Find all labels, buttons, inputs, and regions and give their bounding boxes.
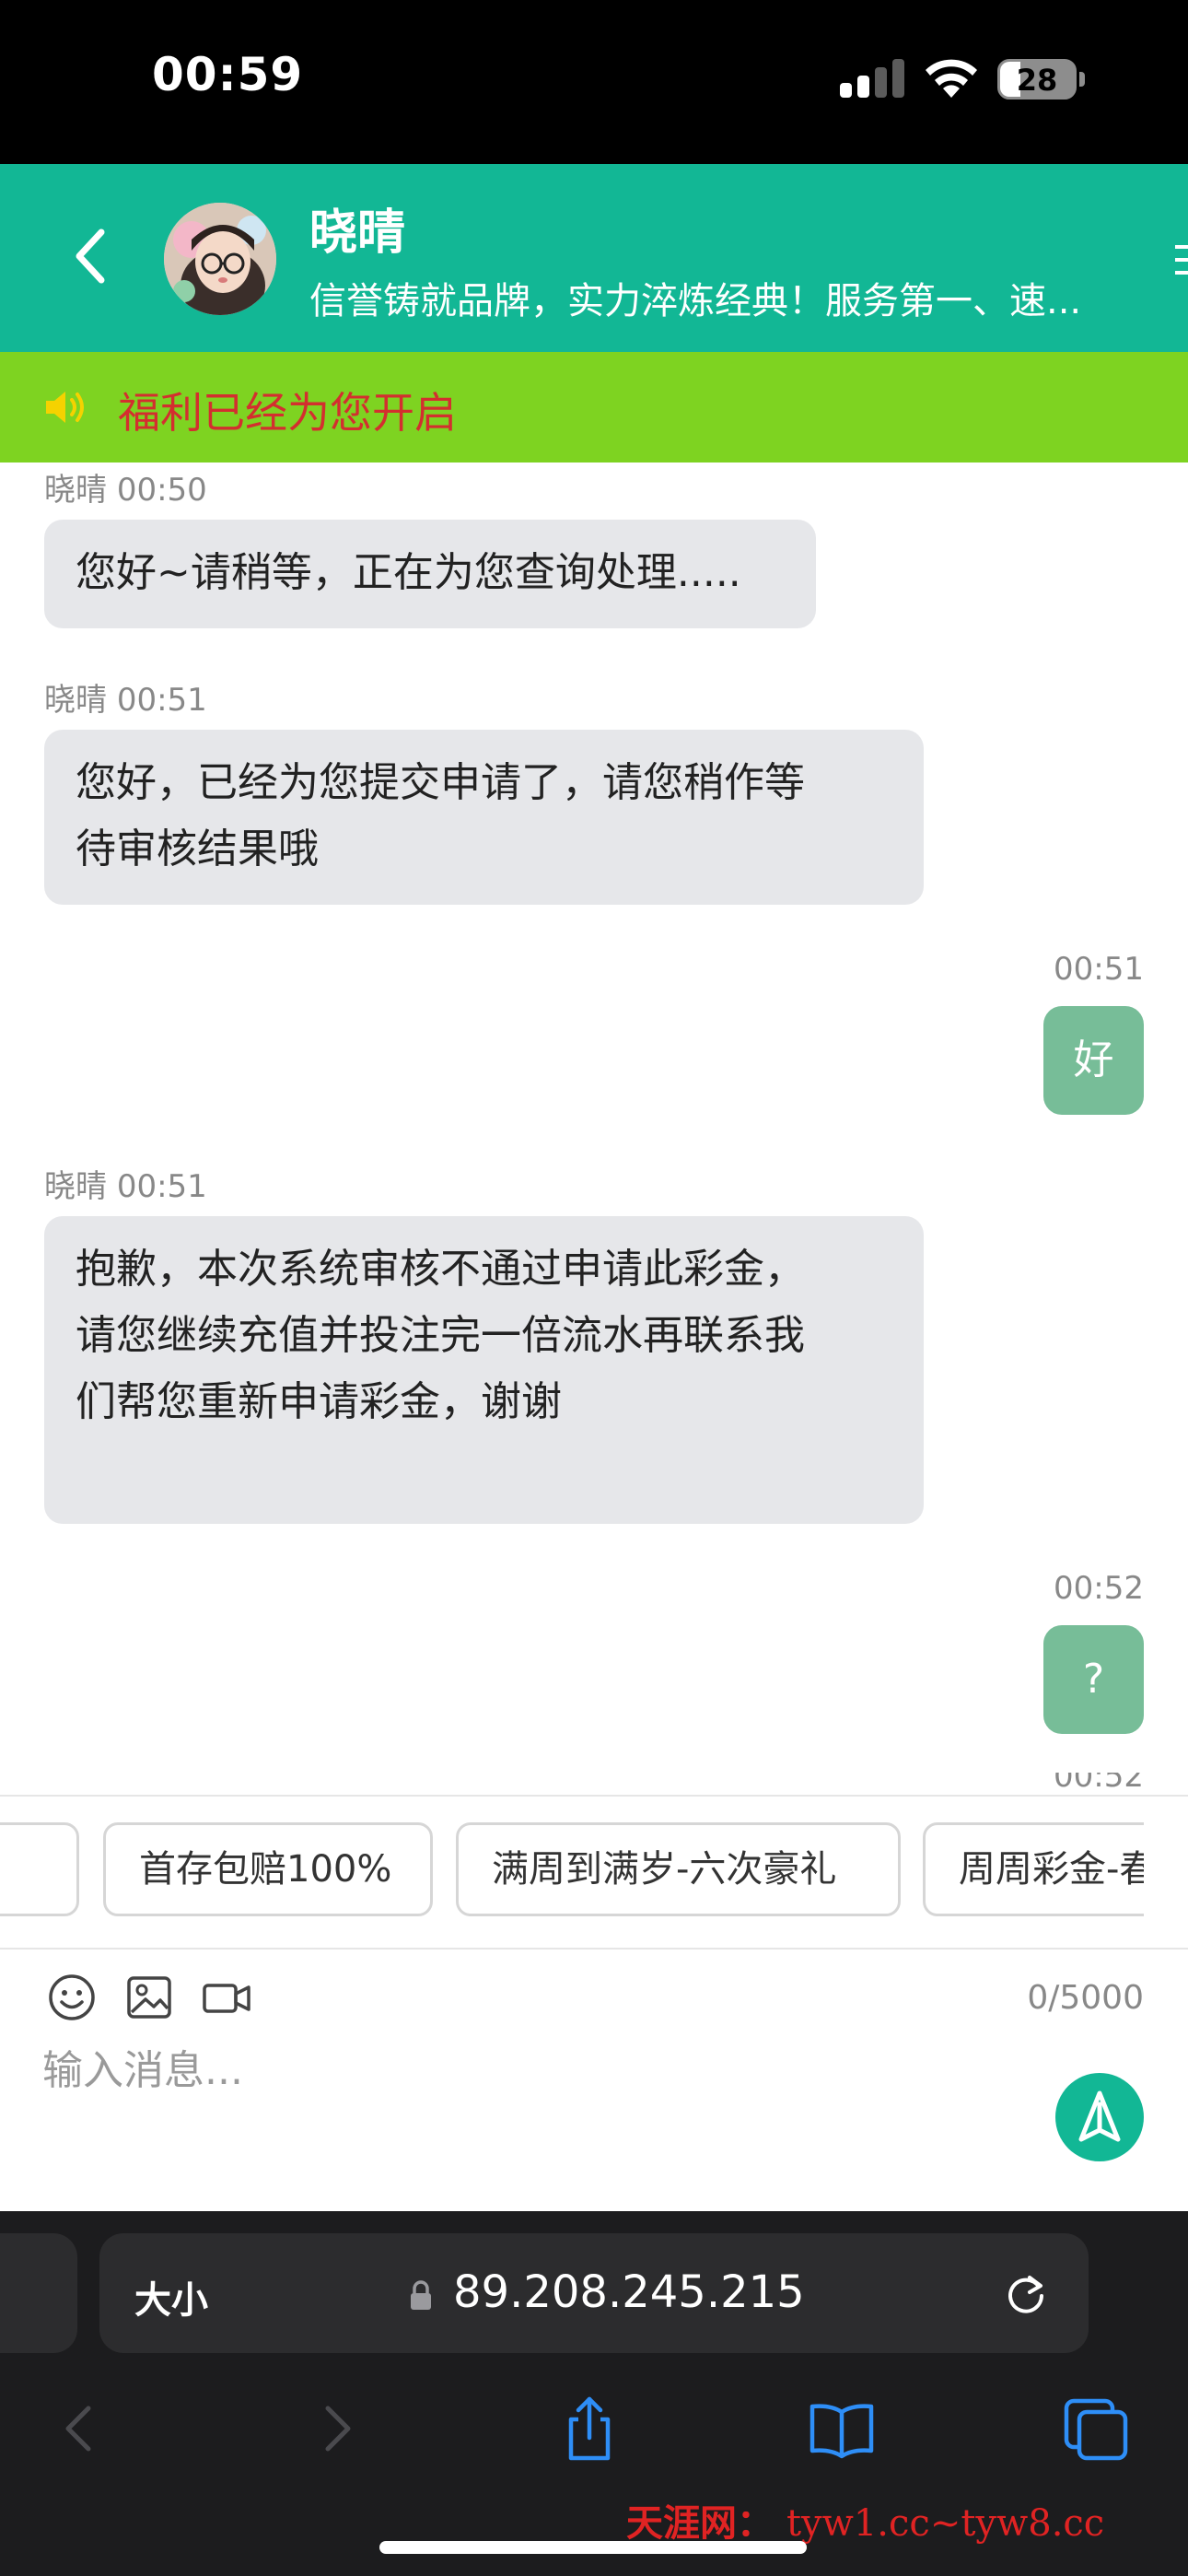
message-meta: 晓晴 00:50 — [44, 464, 207, 509]
status-time: 00:59 — [152, 48, 304, 101]
my-message-bubble: 好 — [1043, 1006, 1144, 1115]
emoji-button[interactable] — [46, 1972, 98, 2023]
agent-slogan: 信誉铸就品牌，实力淬炼经典！服务第一、速... — [309, 280, 1082, 322]
address-bar[interactable]: 大小 89.208.245.215 — [99, 2233, 1089, 2353]
send-icon — [1078, 2090, 1121, 2142]
sender-name: 晓晴 — [44, 1168, 107, 1205]
battery-tip — [1079, 72, 1085, 87]
site-watermark: 天涯网： tyw1.cc~tyw8.cc — [626, 2493, 1104, 2547]
speaker-icon — [46, 392, 84, 423]
message-text: 好 — [1073, 1036, 1114, 1083]
message-time: 00:51 — [116, 682, 207, 719]
message-meta: 晓晴 00:51 — [44, 674, 207, 720]
message-line: 请您继续充值并投注完一倍流水再联系我 — [76, 1312, 805, 1359]
watermark-brand: 天涯网： — [626, 2502, 774, 2545]
watermark-domains: tyw1.cc~tyw8.cc — [786, 2502, 1105, 2545]
agent-message-bubble: 您好~请稍等，正在为您查询处理..... — [44, 520, 816, 628]
video-button[interactable] — [201, 1972, 252, 2023]
message-line: 们帮您重新申请彩金，谢谢 — [76, 1378, 562, 1425]
message-time: 00:50 — [116, 472, 207, 509]
back-button[interactable] — [59, 219, 123, 293]
message-text: ? — [1082, 1656, 1105, 1703]
message-line: 您好，已经为您提交申请了，请您稍作等 — [76, 759, 805, 806]
quick-replies-edge — [1144, 1797, 1188, 1948]
text-size-button[interactable]: 大小 — [134, 2270, 208, 2324]
message-text: 您好~请稍等，正在为您查询处理..... — [76, 549, 741, 596]
url-text: 89.208.245.215 — [453, 2266, 805, 2318]
browser-forward-button[interactable] — [300, 2392, 374, 2465]
message-line: 抱歉，本次系统审核不通过申请此彩金， — [76, 1246, 805, 1293]
cellular-signal-icon — [840, 59, 906, 98]
status-bar: 00:59 28 — [0, 0, 1188, 164]
tabs-button[interactable] — [1059, 2392, 1133, 2465]
home-indicator — [379, 2541, 807, 2554]
sender-name: 晓晴 — [44, 682, 107, 719]
reload-button[interactable] — [1002, 2270, 1050, 2318]
share-button[interactable] — [553, 2392, 626, 2465]
my-message-bubble: ? — [1043, 1625, 1144, 1734]
avatar-image — [164, 203, 276, 315]
quick-reply-chip[interactable]: 满周到满岁-六次豪礼 — [456, 1822, 901, 1916]
agent-name: 晓晴 — [309, 205, 406, 261]
image-button[interactable] — [123, 1972, 175, 2023]
message-time: 00:51 — [116, 1168, 207, 1205]
send-button[interactable] — [1055, 2073, 1144, 2161]
chat-header: 晓晴 信誉铸就品牌，实力淬炼经典！服务第一、速... — [0, 164, 1188, 352]
battery-level: 28 — [1016, 63, 1058, 98]
quick-replies: 首存包赔100% 满周到满岁-六次豪礼 周周彩金-春 — [0, 1795, 1188, 1950]
agent-avatar[interactable] — [164, 203, 276, 315]
message-input[interactable] — [42, 2038, 1019, 2102]
message-line: 待审核结果哦 — [76, 825, 319, 872]
sender-name: 晓晴 — [44, 472, 107, 509]
menu-icon[interactable] — [1171, 240, 1188, 280]
message-composer: 0/5000 — [0, 1950, 1188, 2211]
message-time: 00:52 — [1054, 1570, 1144, 1607]
announcement-text: 福利已经为您开启 — [118, 388, 457, 438]
quick-reply-chip-partial[interactable] — [0, 1822, 79, 1916]
char-counter: 0/5000 — [1027, 1979, 1144, 2017]
wifi-icon — [926, 59, 977, 98]
quick-reply-chip[interactable]: 首存包赔100% — [103, 1822, 433, 1916]
message-meta-clipped: 00:52 — [1054, 1773, 1144, 1795]
message-time: 00:51 — [1054, 951, 1144, 988]
announcement-bar: 福利已经为您开启 — [0, 352, 1188, 463]
bookmarks-button[interactable] — [805, 2392, 879, 2465]
message-time: 00:52 — [1054, 1773, 1144, 1795]
battery-icon: 28 — [997, 59, 1077, 100]
agent-message-bubble: 抱歉，本次系统审核不通过申请此彩金， 请您继续充值并投注完一倍流水再联系我 们帮… — [44, 1216, 924, 1524]
message-meta: 晓晴 00:51 — [44, 1161, 207, 1206]
lock-icon — [411, 2280, 431, 2310]
agent-message-bubble: 您好，已经为您提交申请了，请您稍作等 待审核结果哦 — [44, 730, 924, 905]
previous-tab-peek[interactable] — [0, 2233, 77, 2353]
browser-back-button[interactable] — [42, 2392, 116, 2465]
browser-toolbar: 大小 89.208.245.215 天涯网： tyw1.cc~tyw8.cc — [0, 2211, 1188, 2576]
